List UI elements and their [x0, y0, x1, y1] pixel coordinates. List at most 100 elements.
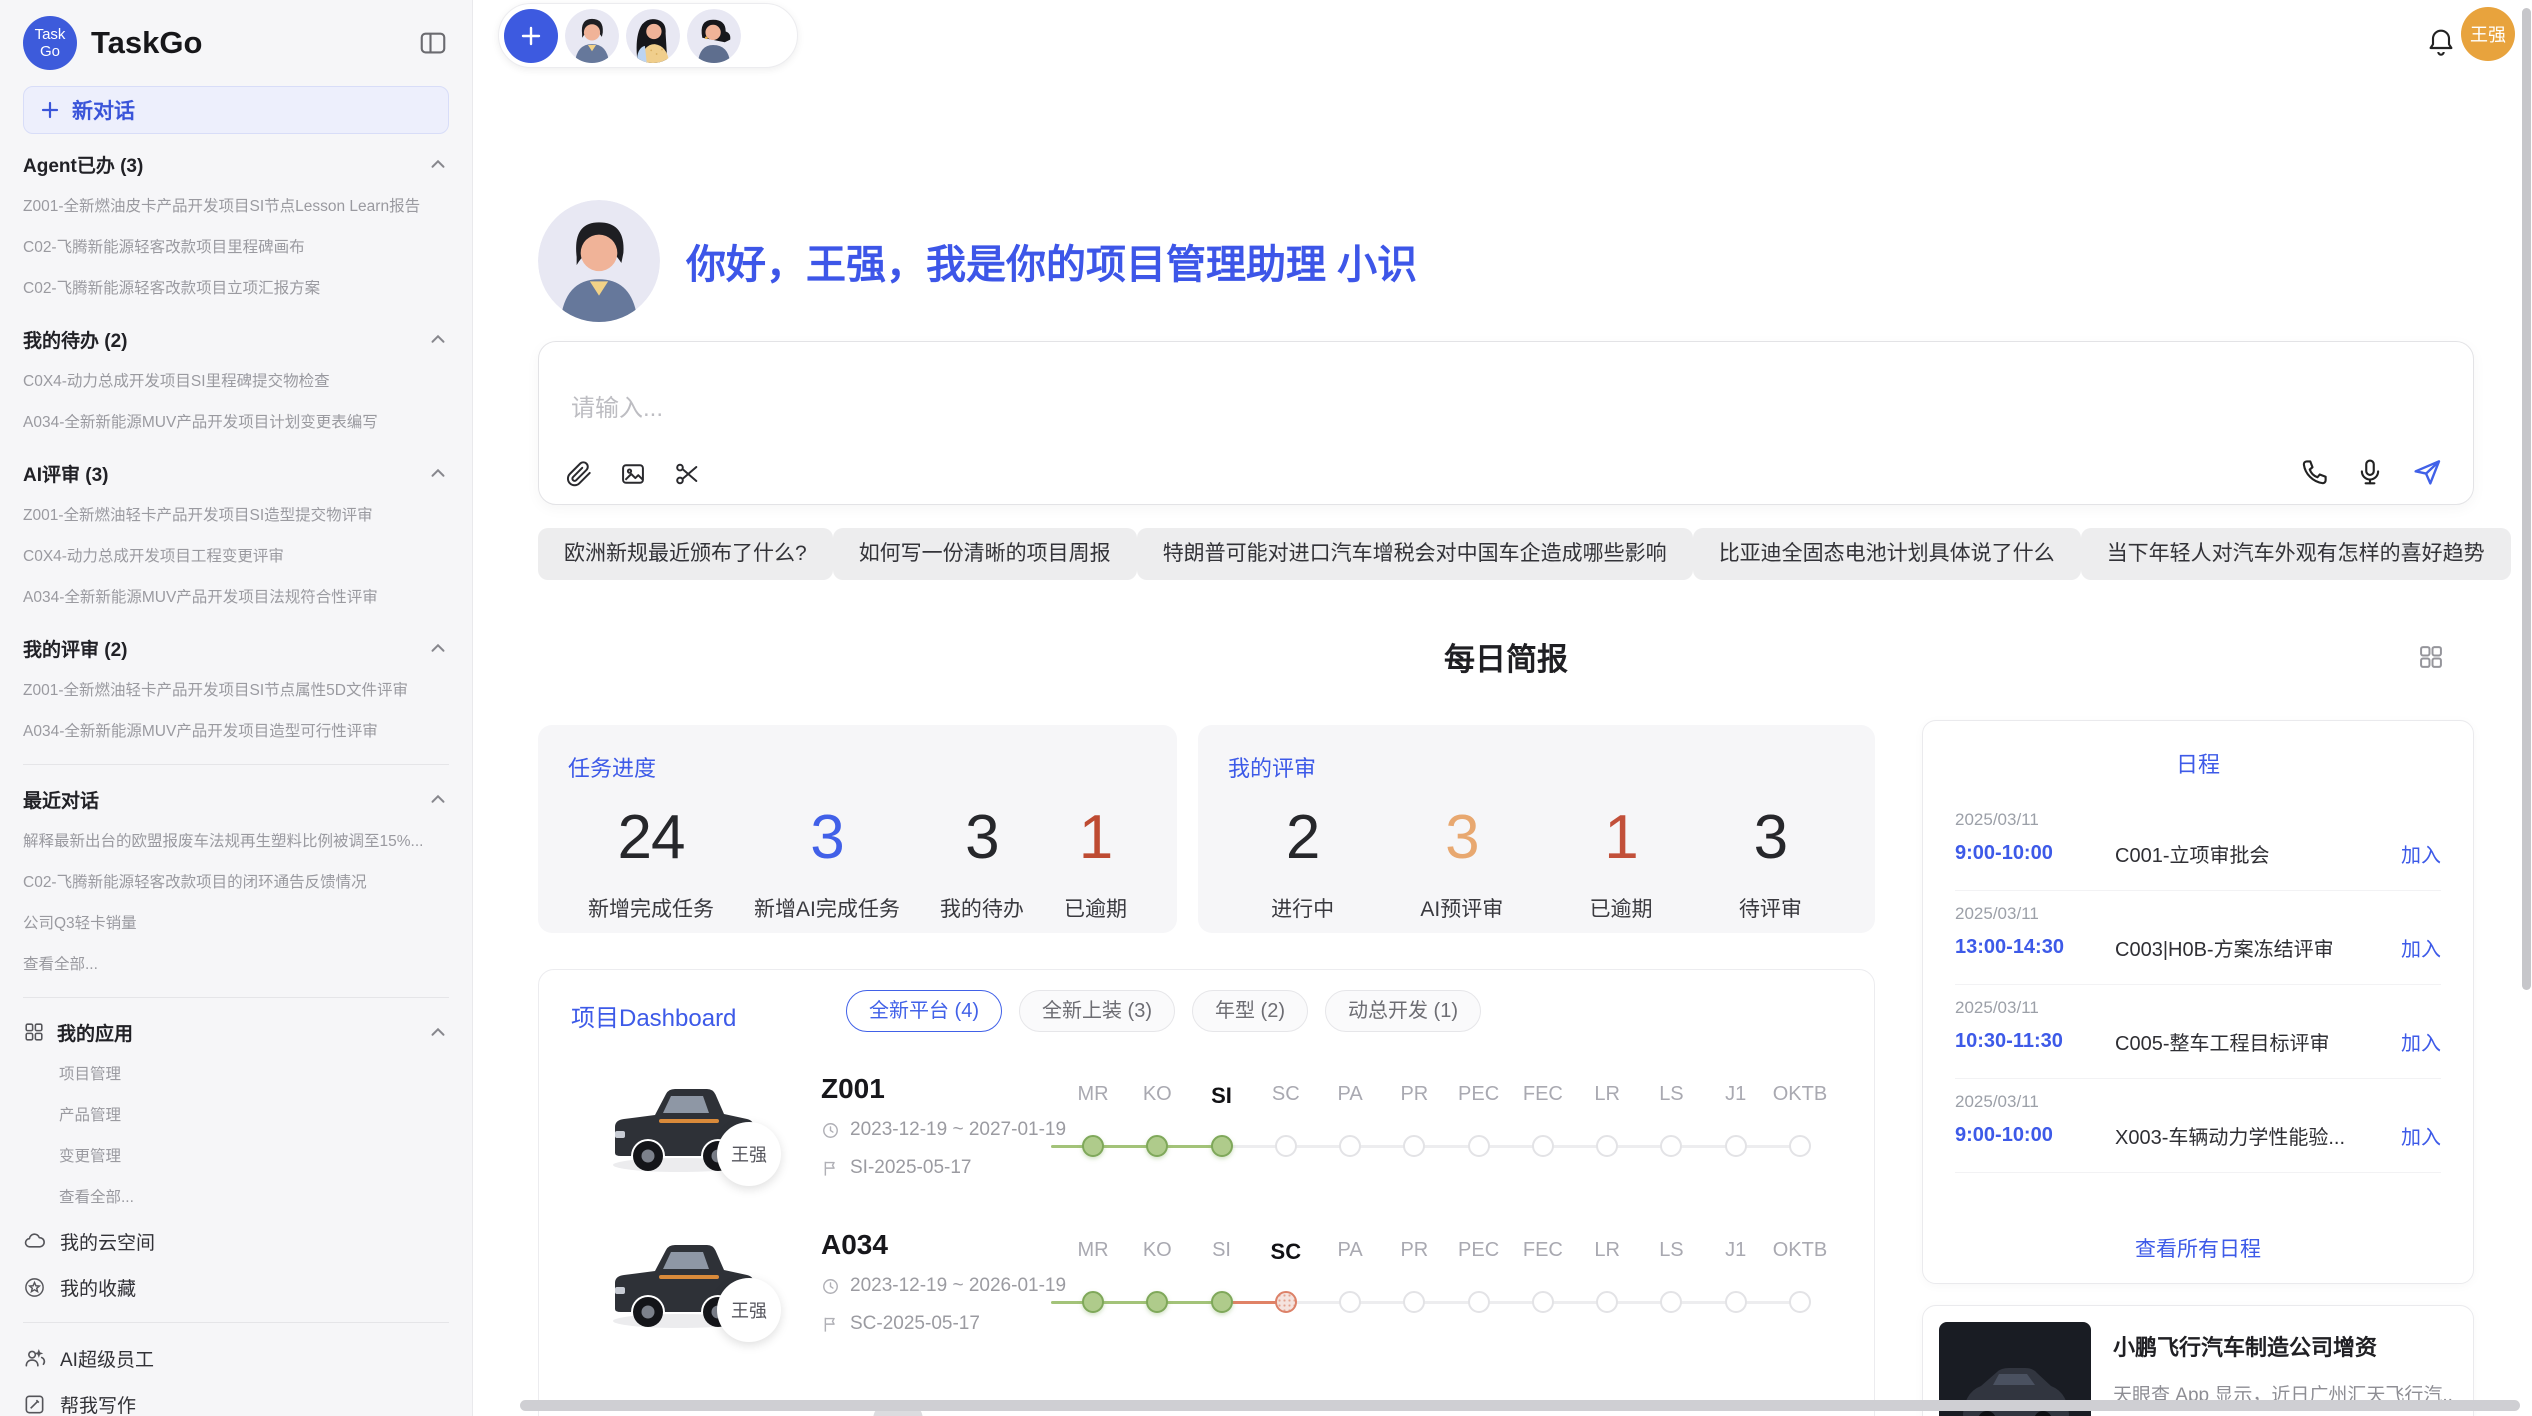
- project-flag-text: SC-2025-05-17: [850, 1313, 980, 1335]
- my-review-card: 我的评审2进行中3AI预评审1已逾期3待评审: [1198, 725, 1875, 933]
- user-avatar[interactable]: 王强: [2461, 7, 2515, 61]
- milestone-dot-SC[interactable]: [1275, 1135, 1297, 1157]
- recent-conversation-item[interactable]: 解释最新出台的欧盟报废车法规再生塑料比例被调至15%...: [23, 821, 449, 862]
- send-icon[interactable]: [2411, 456, 2443, 488]
- scissors-icon[interactable]: [673, 460, 701, 488]
- dashboard-filter-chip[interactable]: 全新平台 (4): [846, 990, 1002, 1032]
- milestone-dot-LS[interactable]: [1660, 1135, 1682, 1157]
- sidebar-collapse-icon[interactable]: [417, 27, 449, 59]
- avatar-female-1[interactable]: [626, 9, 680, 63]
- suggestion-chip[interactable]: 如何写一份清晰的项目周报: [833, 528, 1137, 580]
- sidebar-section-0[interactable]: Agent已办 (3): [23, 142, 449, 186]
- dashboard-filter-chip[interactable]: 年型 (2): [1192, 990, 1308, 1032]
- milestone-dot-LS[interactable]: [1660, 1291, 1682, 1313]
- milestone-dot-KO[interactable]: [1146, 1291, 1168, 1313]
- stat-card-title: 我的评审: [1228, 751, 1845, 783]
- milestone-dot-MR[interactable]: [1082, 1135, 1104, 1157]
- milestone-dot-MR[interactable]: [1082, 1291, 1104, 1313]
- add-session-button[interactable]: [504, 9, 558, 63]
- sidebar-section-recent[interactable]: 最近对话: [23, 777, 449, 821]
- chevron-up-icon[interactable]: [427, 462, 449, 484]
- join-button[interactable]: 加入: [2401, 1027, 2441, 1056]
- schedule-date: 2025/03/11: [1955, 1092, 2441, 1112]
- conversation-item[interactable]: C02-飞腾新能源轻客改款项目立项汇报方案: [23, 268, 449, 309]
- briefing-layout-icon[interactable]: [2417, 643, 2445, 671]
- chat-input[interactable]: [569, 394, 2073, 424]
- sidebar-tool-write[interactable]: 帮我写作: [23, 1381, 449, 1416]
- project-owner-badge: 王强: [717, 1278, 781, 1342]
- chevron-up-icon[interactable]: [427, 1021, 449, 1043]
- milestone-dot-PR[interactable]: [1403, 1291, 1425, 1313]
- conversation-item[interactable]: Z001-全新燃油轻卡产品开发项目SI造型提交物评审: [23, 495, 449, 536]
- milestone-dot-OKTB[interactable]: [1789, 1135, 1811, 1157]
- conversation-item[interactable]: C0X4-动力总成开发项目SI里程碑提交物检查: [23, 361, 449, 402]
- chevron-up-icon[interactable]: [427, 153, 449, 175]
- sidebar-link-star[interactable]: 我的收藏: [23, 1264, 449, 1310]
- avatar-male[interactable]: [565, 9, 619, 63]
- conversation-item[interactable]: A034-全新新能源MUV产品开发项目造型可行性评审: [23, 711, 449, 752]
- conversation-item[interactable]: C0X4-动力总成开发项目工程变更评审: [23, 536, 449, 577]
- conversation-item[interactable]: C02-飞腾新能源轻客改款项目里程碑画布: [23, 227, 449, 268]
- milestone-dot-LR[interactable]: [1596, 1291, 1618, 1313]
- app-item[interactable]: 变更管理: [23, 1136, 449, 1177]
- app-item[interactable]: 产品管理: [23, 1095, 449, 1136]
- section-title-text: Agent已办 (3): [23, 151, 143, 178]
- milestone-dot-J1[interactable]: [1725, 1291, 1747, 1313]
- view-all-apps[interactable]: 查看全部...: [23, 1177, 449, 1218]
- view-all-schedule-link[interactable]: 查看所有日程: [1923, 1233, 2473, 1263]
- view-all-conversations[interactable]: 查看全部...: [23, 944, 449, 985]
- horizontal-scrollbar[interactable]: [520, 1400, 2520, 1411]
- milestone-dot-SI[interactable]: [1211, 1291, 1233, 1313]
- schedule-item: 2025/03/119:00-10:00C001-立项审批会加入: [1955, 797, 2441, 891]
- suggestion-chip[interactable]: 当下年轻人对汽车外观有怎样的喜好趋势: [2081, 528, 2511, 580]
- recent-conversation-item[interactable]: C02-飞腾新能源轻客改款项目的闭环通告反馈情况: [23, 862, 449, 903]
- join-button[interactable]: 加入: [2401, 1121, 2441, 1150]
- join-button[interactable]: 加入: [2401, 839, 2441, 868]
- sidebar-tool-people[interactable]: AI超级员工: [23, 1335, 449, 1381]
- milestone-dot-FEC[interactable]: [1532, 1291, 1554, 1313]
- dashboard-filter-chip[interactable]: 动总开发 (1): [1325, 990, 1481, 1032]
- milestone-dot-SC[interactable]: [1275, 1291, 1297, 1313]
- phone-icon[interactable]: [2299, 457, 2329, 487]
- image-icon[interactable]: [619, 460, 647, 488]
- milestone-dot-PR[interactable]: [1403, 1135, 1425, 1157]
- suggestion-chip[interactable]: 欧洲新规最近颁布了什么?: [538, 528, 833, 580]
- milestone-dot-LR[interactable]: [1596, 1135, 1618, 1157]
- milestone-dot-FEC[interactable]: [1532, 1135, 1554, 1157]
- sidebar-section-my-apps[interactable]: 我的应用: [23, 1010, 449, 1054]
- new-chat-button[interactable]: 新对话: [23, 86, 449, 134]
- section-title: 最近对话: [23, 786, 427, 813]
- suggestion-chip[interactable]: 比亚迪全固态电池计划具体说了什么: [1693, 528, 2081, 580]
- milestone-dot-PA[interactable]: [1339, 1135, 1361, 1157]
- milestone-dot-OKTB[interactable]: [1789, 1291, 1811, 1313]
- chevron-up-icon[interactable]: [427, 328, 449, 350]
- dashboard-filter-chip[interactable]: 全新上装 (3): [1019, 990, 1175, 1032]
- app-item[interactable]: 项目管理: [23, 1054, 449, 1095]
- notification-bell-icon[interactable]: [2425, 26, 2457, 58]
- milestone-dot-PEC[interactable]: [1468, 1135, 1490, 1157]
- sidebar-section-2[interactable]: AI评审 (3): [23, 451, 449, 495]
- sidebar-link-cloud[interactable]: 我的云空间: [23, 1218, 449, 1264]
- milestone-dot-SI[interactable]: [1211, 1135, 1233, 1157]
- chevron-up-icon[interactable]: [427, 788, 449, 810]
- conversation-item[interactable]: A034-全新新能源MUV产品开发项目计划变更表编写: [23, 402, 449, 443]
- conversation-item[interactable]: Z001-全新燃油轻卡产品开发项目SI节点属性5D文件评审: [23, 670, 449, 711]
- milestone-dot-KO[interactable]: [1146, 1135, 1168, 1157]
- join-button[interactable]: 加入: [2401, 933, 2441, 962]
- sidebar-section-1[interactable]: 我的待办 (2): [23, 317, 449, 361]
- new-chat-label: 新对话: [72, 95, 135, 125]
- chevron-up-icon[interactable]: [427, 637, 449, 659]
- conversation-item[interactable]: A034-全新新能源MUV产品开发项目法规符合性评审: [23, 577, 449, 618]
- milestone-dot-PEC[interactable]: [1468, 1291, 1490, 1313]
- cloud-icon: [23, 1230, 46, 1253]
- milestone-dot-PA[interactable]: [1339, 1291, 1361, 1313]
- milestone-dot-J1[interactable]: [1725, 1135, 1747, 1157]
- conversation-item[interactable]: Z001-全新燃油皮卡产品开发项目SI节点Lesson Learn报告: [23, 186, 449, 227]
- vertical-scrollbar[interactable]: [2522, 8, 2531, 990]
- sidebar-section-3[interactable]: 我的评审 (2): [23, 626, 449, 670]
- attachment-icon[interactable]: [565, 460, 593, 488]
- microphone-icon[interactable]: [2355, 457, 2385, 487]
- suggestion-chip[interactable]: 特朗普可能对进口汽车增税会对中国车企造成哪些影响: [1137, 528, 1693, 580]
- avatar-female-2[interactable]: [687, 9, 741, 63]
- recent-conversation-item[interactable]: 公司Q3轻卡销量: [23, 903, 449, 944]
